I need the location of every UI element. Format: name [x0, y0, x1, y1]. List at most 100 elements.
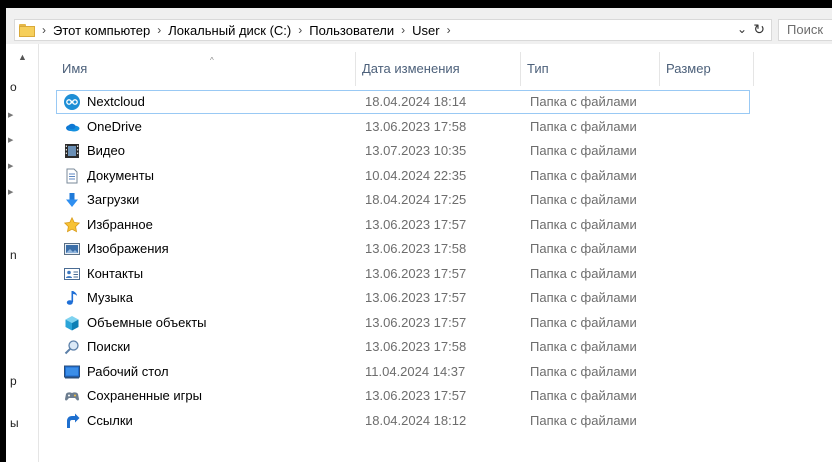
- downloads-icon: [64, 192, 80, 208]
- file-name: Избранное: [87, 216, 153, 232]
- file-type: Папка с файлами: [530, 167, 637, 183]
- breadcrumb-users[interactable]: Пользователи: [309, 23, 394, 38]
- desktop-icon: [64, 364, 80, 380]
- file-name: Изображения: [87, 241, 169, 256]
- search-input[interactable]: Поиск: [778, 19, 832, 41]
- chevron-right-icon[interactable]: ›: [291, 23, 309, 37]
- column-name[interactable]: Имя ^: [56, 52, 356, 86]
- column-name-label: Имя: [62, 61, 88, 76]
- file-row-video[interactable]: Видео 13.07.2023 10:35 Папка с файлами: [56, 139, 752, 164]
- file-type: Папка с файлами: [530, 314, 637, 330]
- file-date: 13.06.2023 17:57: [365, 216, 467, 232]
- nav-item-fragment[interactable]: o: [10, 80, 17, 94]
- breadcrumb-local-disk[interactable]: Локальный диск (C:): [168, 23, 291, 38]
- file-name: Поиски: [87, 339, 131, 354]
- file-row-onedrive[interactable]: OneDrive 13.06.2023 17:58 Папка с файлам…: [56, 115, 752, 140]
- file-type: Папка с файлами: [530, 290, 637, 305]
- contacts-icon: [64, 266, 80, 282]
- file-name: Рабочий стол: [87, 363, 169, 379]
- expand-arrow-icon[interactable]: ▶: [8, 188, 13, 196]
- file-row-links[interactable]: Ссылки 18.04.2024 18:12 Папка с файлами: [56, 409, 752, 434]
- file-row-nextcloud[interactable]: Nextcloud 18.04.2024 18:14 Папка с файла…: [56, 90, 752, 115]
- file-type: Папка с файлами: [530, 265, 637, 281]
- file-list: Nextcloud 18.04.2024 18:14 Папка с файла…: [56, 90, 752, 433]
- address-toolbar: › Этот компьютер › Локальный диск (C:) ›…: [6, 8, 832, 44]
- chevron-right-icon[interactable]: ›: [394, 23, 412, 37]
- window-frame-top: [0, 0, 832, 8]
- file-row-pictures[interactable]: Изображения 13.06.2023 17:58 Папка с фай…: [56, 237, 752, 262]
- file-date: 13.06.2023 17:58: [365, 118, 467, 134]
- file-date: 18.04.2024 18:12: [365, 412, 467, 428]
- saved-games-icon: [64, 388, 80, 404]
- sort-ascending-icon: ^: [210, 56, 214, 65]
- breadcrumb-this-pc[interactable]: Этот компьютер: [53, 23, 150, 38]
- file-type: Папка с файлами: [530, 143, 637, 158]
- chevron-right-icon[interactable]: ›: [35, 23, 53, 37]
- file-date: 13.06.2023 17:57: [365, 388, 467, 403]
- nav-item-fragment[interactable]: n: [10, 248, 17, 262]
- file-row-saved-games[interactable]: Сохраненные игры 13.06.2023 17:57 Папка …: [56, 384, 752, 409]
- column-date-modified[interactable]: Дата изменения: [356, 52, 521, 86]
- music-icon: [64, 290, 80, 306]
- breadcrumb-user[interactable]: User: [412, 23, 439, 38]
- address-bar[interactable]: › Этот компьютер › Локальный диск (C:) ›…: [14, 19, 772, 41]
- column-size[interactable]: Размер: [660, 52, 754, 86]
- file-type: Папка с файлами: [530, 192, 637, 207]
- favorites-icon: [64, 216, 80, 233]
- file-type: Папка с файлами: [530, 216, 637, 232]
- file-type: Папка с файлами: [530, 412, 637, 428]
- links-icon: [64, 413, 80, 429]
- expand-arrow-icon[interactable]: ▶: [8, 111, 13, 119]
- file-name: OneDrive: [87, 118, 142, 134]
- video-icon: [64, 143, 80, 159]
- nav-item-fragment[interactable]: ы: [10, 416, 19, 430]
- file-row-desktop[interactable]: Рабочий стол 11.04.2024 14:37 Папка с фа…: [56, 360, 752, 385]
- file-date: 18.04.2024 18:14: [365, 94, 467, 109]
- column-type[interactable]: Тип: [521, 52, 660, 86]
- file-type: Папка с файлами: [530, 118, 637, 134]
- file-type: Папка с файлами: [530, 94, 637, 109]
- file-row-searches[interactable]: Поиски 13.06.2023 17:58 Папка с файлами: [56, 335, 752, 360]
- searches-icon: [64, 339, 80, 355]
- file-name: Музыка: [87, 290, 133, 305]
- file-date: 13.06.2023 17:58: [365, 241, 467, 256]
- column-header: Имя ^ Дата изменения Тип Размер: [42, 52, 754, 86]
- folder-icon: [19, 23, 35, 37]
- file-type: Папка с файлами: [530, 363, 637, 379]
- file-row-contacts[interactable]: Контакты 13.06.2023 17:57 Папка с файлам…: [56, 262, 752, 287]
- chevron-right-icon[interactable]: ›: [440, 23, 458, 37]
- file-name: Документы: [87, 167, 155, 183]
- file-name: Контакты: [87, 265, 144, 281]
- nav-item-fragment[interactable]: p: [10, 374, 17, 388]
- file-type: Папка с файлами: [530, 339, 637, 354]
- scroll-up-icon[interactable]: ▲: [18, 52, 27, 62]
- 3d-objects-icon: [64, 315, 80, 331]
- file-date: 13.06.2023 17:58: [365, 339, 467, 354]
- file-date: 13.07.2023 10:35: [365, 143, 467, 158]
- file-date: 13.06.2023 17:57: [365, 265, 467, 281]
- file-date: 11.04.2024 14:37: [365, 363, 466, 379]
- nextcloud-icon: [64, 94, 80, 110]
- file-name: Объемные объекты: [87, 314, 207, 330]
- file-type: Папка с файлами: [530, 388, 637, 403]
- file-name: Ссылки: [87, 412, 133, 428]
- documents-icon: [64, 168, 80, 184]
- file-row-downloads[interactable]: Загрузки 18.04.2024 17:25 Папка с файлам…: [56, 188, 752, 213]
- file-row-3d-objects[interactable]: Объемные объекты 13.06.2023 17:57 Папка …: [56, 311, 752, 336]
- file-row-music[interactable]: Музыка 13.06.2023 17:57 Папка с файлами: [56, 286, 752, 311]
- file-row-documents[interactable]: Документы 10.04.2024 22:35 Папка с файла…: [56, 164, 752, 189]
- expand-arrow-icon[interactable]: ▶: [8, 136, 13, 144]
- file-name: Загрузки: [87, 192, 140, 207]
- pictures-icon: [64, 241, 80, 257]
- file-name: Nextcloud: [87, 94, 145, 109]
- file-name: Сохраненные игры: [87, 388, 202, 403]
- file-name: Видео: [87, 143, 125, 158]
- file-date: 13.06.2023 17:57: [365, 290, 467, 305]
- onedrive-icon: [64, 119, 80, 135]
- chevron-right-icon[interactable]: ›: [150, 23, 168, 37]
- chevron-down-icon[interactable]: ⌄: [737, 22, 747, 36]
- file-date: 13.06.2023 17:57: [365, 314, 467, 330]
- refresh-icon[interactable]: ↻: [753, 21, 765, 38]
- expand-arrow-icon[interactable]: ▶: [8, 162, 13, 170]
- file-row-favorites[interactable]: Избранное 13.06.2023 17:57 Папка с файла…: [56, 213, 752, 238]
